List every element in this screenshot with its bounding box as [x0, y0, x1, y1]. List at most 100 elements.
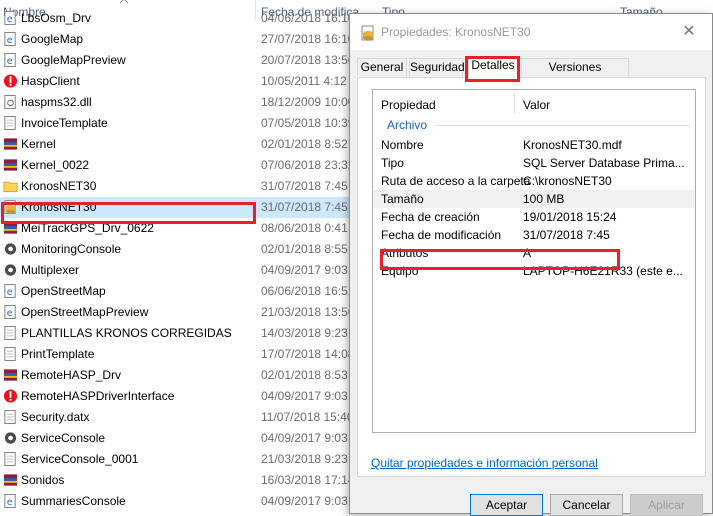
file-row[interactable]: e GoogleMap 27/07/2018 16:10 [0, 29, 354, 50]
file-row[interactable]: ServiceConsole 04/09/2017 9:03 [0, 428, 350, 449]
app-icon: e [4, 283, 16, 299]
size-highlight [380, 249, 620, 270]
file-date: 14/03/2018 9:23 [261, 326, 348, 340]
file-row[interactable]: Kernel_0022 07/06/2018 23:32 [0, 155, 354, 176]
file-row[interactable]: e OpenStreetMapPreview 21/03/2018 13:56 [0, 302, 354, 323]
apply-button[interactable]: Aplicar [630, 494, 703, 516]
property-row[interactable]: Tamaño 100 MB [373, 190, 695, 208]
file-name: LbsOsm_Drv [21, 11, 92, 25]
file-date: 04/09/2017 9:03 [261, 263, 348, 277]
file-date: 11/07/2018 15:40 [261, 410, 354, 424]
file-date: 21/03/2018 13:56 [261, 305, 355, 319]
file-row[interactable]: KronosNET30 31/07/2018 7:45 [0, 176, 350, 197]
error-icon [3, 74, 18, 88]
file-date: 02/01/2018 8:52 [261, 137, 348, 151]
remove-properties-link[interactable]: Quitar propiedades e información persona… [371, 456, 598, 470]
document-icon [4, 451, 16, 467]
accept-button[interactable]: Aceptar [470, 494, 543, 516]
svg-text:e: e [7, 14, 13, 25]
folder-icon [3, 181, 18, 193]
cancel-button[interactable]: Cancelar [550, 494, 623, 516]
file-name: Security.datx [21, 410, 90, 424]
document-icon [4, 409, 16, 425]
file-row[interactable]: Security.datx 11/07/2018 15:40 [0, 407, 354, 428]
archive-icon [3, 474, 18, 486]
property-row[interactable]: Tipo SQL Server Database Prima... [373, 154, 695, 172]
svg-text:e: e [7, 56, 13, 67]
file-row[interactable]: e LbsOsm_Drv 04/06/2018 16:10 [0, 8, 354, 29]
header-property[interactable]: Propiedad [381, 98, 436, 112]
property-value: 19/01/2018 15:24 [523, 210, 617, 224]
svg-text:e: e [7, 287, 13, 298]
file-name: haspms32.dll [21, 95, 92, 109]
file-row[interactable]: RemoteHASPDriverInterface 04/09/2017 9:03 [0, 386, 350, 407]
file-date: 17/07/2018 14:08 [261, 347, 355, 361]
property-name: Ruta de acceso a la carpeta [381, 174, 531, 188]
file-row[interactable]: HaspClient 10/05/2011 4:12 [0, 71, 350, 92]
property-row[interactable]: Fecha de creación 19/01/2018 15:24 [373, 208, 695, 226]
dialog-titlebar[interactable]: Propiedades: KronosNET30 ✕ [350, 14, 712, 50]
file-date: 27/07/2018 16:10 [261, 32, 355, 46]
close-button[interactable]: ✕ [666, 14, 712, 50]
file-date: 10/05/2011 4:12 [261, 74, 347, 88]
sort-arrow-icon [120, 0, 128, 4]
properties-dialog: Propiedades: KronosNET30 ✕ General Segur… [349, 13, 713, 516]
file-date: 20/07/2018 13:56 [261, 53, 355, 67]
file-date: 02/01/2018 8:53 [261, 368, 348, 382]
property-value: 100 MB [523, 192, 565, 206]
file-name: OpenStreetMapPreview [21, 305, 149, 319]
svg-text:e: e [7, 308, 13, 319]
file-date: 07/06/2018 23:32 [261, 158, 355, 172]
dll-icon [4, 94, 16, 110]
selected-row-highlight [1, 202, 256, 224]
tab-versiones-anteriores[interactable]: Versiones anteriores [521, 58, 629, 91]
file-row[interactable]: e OpenStreetMap 06/06/2018 16:51 [0, 281, 354, 302]
file-date: 16/03/2018 17:14 [261, 473, 355, 487]
file-name: PrintTemplate [21, 347, 95, 361]
property-row[interactable]: Nombre KronosNET30.mdf [373, 136, 695, 154]
tab-seguridad[interactable]: Seguridad [409, 58, 465, 76]
property-value: SQL Server Database Prima... [523, 156, 685, 170]
gear-icon [4, 243, 17, 255]
database-icon [361, 25, 374, 41]
property-row[interactable]: Fecha de modificación 31/07/2018 7:45 [373, 226, 695, 244]
file-name: ServiceConsole_0001 [21, 452, 139, 466]
property-name: Nombre [381, 138, 424, 152]
gear-icon [4, 264, 17, 276]
file-row[interactable]: InvoiceTemplate 07/05/2018 10:39 [0, 113, 354, 134]
file-name: ServiceConsole [21, 431, 106, 445]
archive-icon [3, 138, 18, 150]
file-date: 31/07/2018 7:45 [261, 179, 348, 193]
file-row[interactable]: Multiplexer 04/09/2017 9:03 [0, 260, 350, 281]
gear-icon [4, 432, 17, 444]
document-icon [4, 115, 16, 131]
file-name: PLANTILLAS KRONOS CORREGIDAS [21, 326, 232, 340]
file-row[interactable]: e GoogleMapPreview 20/07/2018 13:56 [0, 50, 354, 71]
file-row[interactable]: haspms32.dll 18/12/2009 10:00 [0, 92, 354, 113]
property-value: C:\kronosNET30 [523, 174, 612, 188]
file-row[interactable]: MonitoringConsole 02/01/2018 8:55 [0, 239, 350, 260]
file-row[interactable]: e SummariesConsole 04/09/2017 9:03 [0, 491, 350, 512]
header-value[interactable]: Valor [523, 98, 550, 112]
details-panel: Propiedad Valor Archivo Nombre KronosNET3… [357, 77, 706, 477]
file-name: InvoiceTemplate [21, 116, 108, 130]
file-row[interactable]: PLANTILLAS KRONOS CORREGIDAS 14/03/2018 9… [0, 323, 350, 344]
property-row[interactable]: Ruta de acceso a la carpeta C:\kronosNET3… [373, 172, 695, 190]
property-value: 31/07/2018 7:45 [523, 228, 610, 242]
file-date: 06/06/2018 16:51 [261, 284, 355, 298]
file-date: 08/06/2018 0:41 [261, 221, 348, 235]
file-row[interactable]: RemoteHASP_Drv 02/01/2018 8:53 [0, 365, 350, 386]
file-row[interactable]: PrintTemplate 17/07/2018 14:08 [0, 344, 354, 365]
file-name: OpenStreetMap [21, 284, 106, 298]
app-icon: e [4, 31, 16, 47]
tab-general[interactable]: General [357, 58, 407, 76]
file-date: 04/09/2017 9:03 [261, 389, 348, 403]
property-name: Tipo [381, 156, 404, 170]
property-name: Fecha de creación [381, 210, 480, 224]
file-row[interactable]: Sonidos 16/03/2018 17:14 [0, 470, 354, 491]
file-name: GoogleMap [21, 32, 84, 46]
file-row[interactable]: Kernel 02/01/2018 8:52 [0, 134, 350, 155]
file-row[interactable]: ServiceConsole_0001 21/03/2018 9:23 [0, 449, 350, 470]
file-date: 07/05/2018 10:39 [261, 116, 355, 130]
tab-highlight [465, 56, 520, 82]
